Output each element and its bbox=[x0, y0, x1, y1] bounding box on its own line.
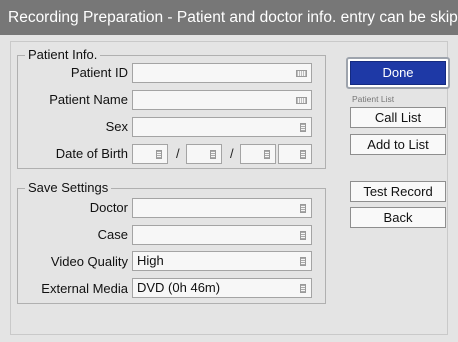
external-media-select[interactable]: DVD (0h 46m) bbox=[132, 278, 312, 298]
list-icon bbox=[156, 150, 162, 159]
sex-select[interactable] bbox=[132, 117, 312, 137]
external-media-value: DVD (0h 46m) bbox=[137, 280, 221, 295]
video-quality-select[interactable]: High bbox=[132, 251, 312, 271]
back-button[interactable]: Back bbox=[350, 207, 446, 228]
case-select[interactable] bbox=[132, 225, 312, 245]
list-icon bbox=[300, 150, 306, 159]
dob-year-extra-select[interactable] bbox=[278, 144, 312, 164]
keyboard-icon[interactable] bbox=[296, 97, 307, 104]
list-icon bbox=[300, 123, 306, 132]
list-icon bbox=[300, 284, 306, 293]
list-icon bbox=[210, 150, 216, 159]
doctor-label: Doctor bbox=[89, 200, 128, 215]
list-icon bbox=[300, 257, 306, 266]
test-record-button[interactable]: Test Record bbox=[350, 181, 446, 202]
dob-separator: / bbox=[230, 146, 234, 161]
external-media-label: External Media bbox=[41, 281, 128, 296]
save-settings-legend: Save Settings bbox=[25, 180, 112, 196]
list-icon bbox=[300, 231, 306, 240]
case-label: Case bbox=[97, 227, 128, 242]
list-icon bbox=[264, 150, 270, 159]
dob-month-select[interactable] bbox=[186, 144, 222, 164]
patient-id-label: Patient ID bbox=[70, 65, 128, 80]
done-button[interactable]: Done bbox=[350, 61, 446, 85]
video-quality-label: Video Quality bbox=[50, 254, 128, 269]
dob-year-select[interactable] bbox=[240, 144, 276, 164]
done-button-focus-ring: Done bbox=[346, 57, 450, 89]
patient-id-field[interactable] bbox=[132, 63, 312, 83]
patient-name-label: Patient Name bbox=[49, 92, 128, 107]
add-to-list-button[interactable]: Add to List bbox=[350, 134, 446, 155]
dob-separator: / bbox=[176, 146, 180, 161]
keyboard-icon[interactable] bbox=[296, 70, 307, 77]
window-title: Recording Preparation - Patient and doct… bbox=[0, 0, 458, 35]
doctor-select[interactable] bbox=[132, 198, 312, 218]
patient-list-caption: Patient List bbox=[352, 94, 395, 104]
video-quality-value: High bbox=[137, 253, 164, 268]
patient-info-legend: Patient Info. bbox=[25, 47, 101, 63]
patient-name-field[interactable] bbox=[132, 90, 312, 110]
call-list-button[interactable]: Call List bbox=[350, 107, 446, 128]
list-icon bbox=[300, 204, 306, 213]
dob-label: Date of Birth bbox=[55, 146, 128, 161]
dob-day-select[interactable] bbox=[132, 144, 168, 164]
sex-label: Sex bbox=[105, 119, 128, 134]
recording-preparation-screen: Recording Preparation - Patient and doct… bbox=[0, 0, 458, 342]
